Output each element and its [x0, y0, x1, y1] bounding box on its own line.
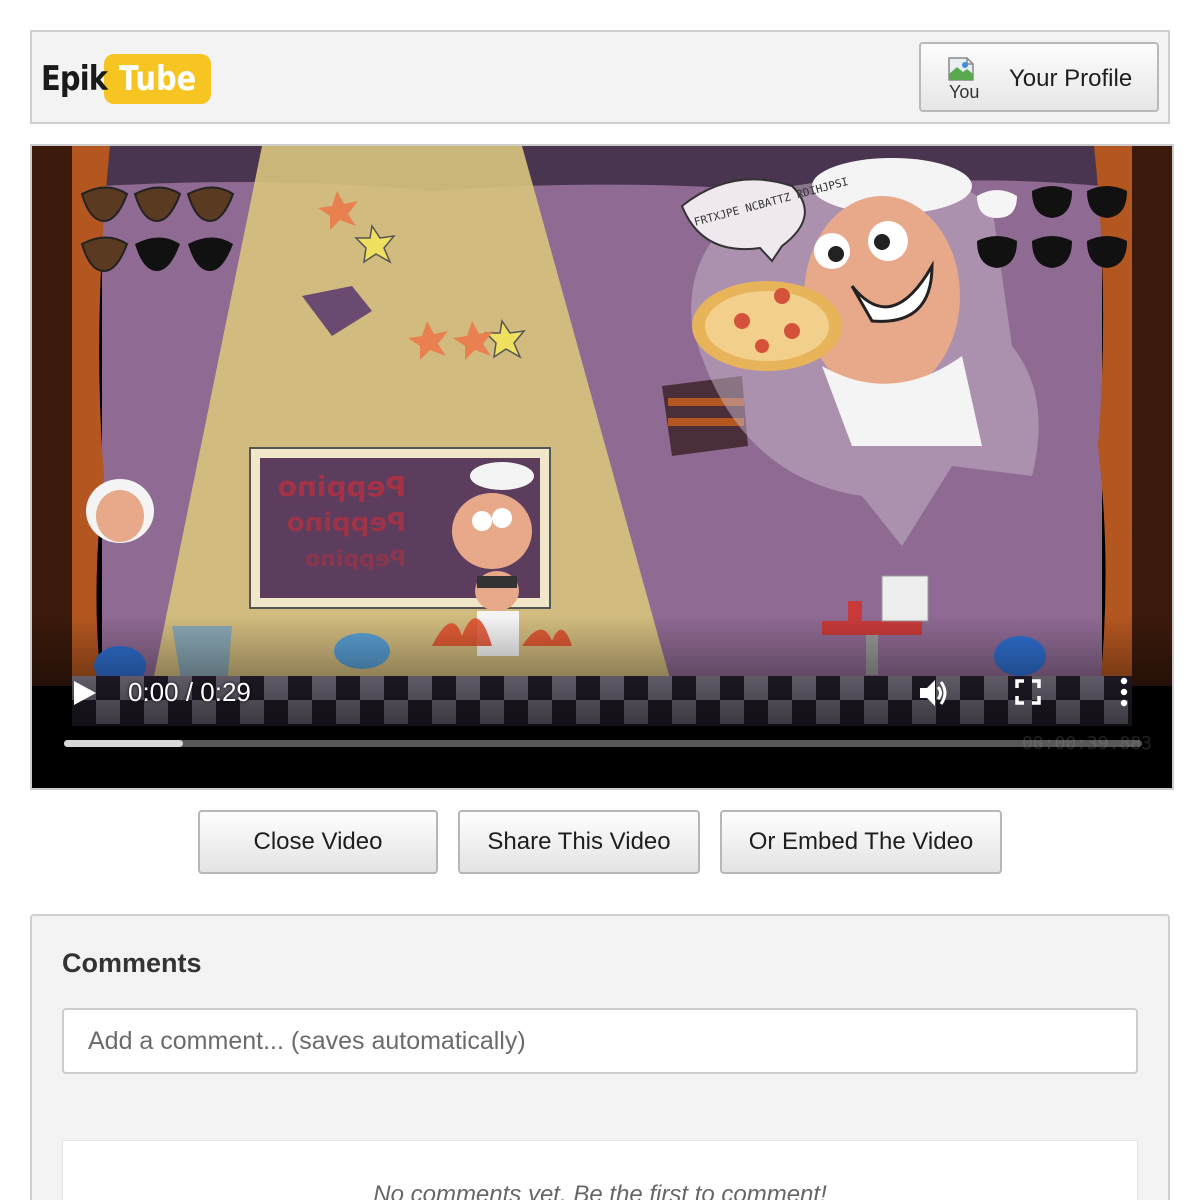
no-comments-message: No comments yet. Be the first to comment… — [373, 1181, 827, 1200]
seek-bar[interactable] — [64, 740, 1142, 747]
more-vert-icon[interactable] — [1114, 676, 1134, 708]
close-video-button[interactable]: Close Video — [198, 810, 438, 874]
share-video-button[interactable]: Share This Video — [458, 810, 700, 874]
logo-badge-tube: Tube — [104, 54, 212, 104]
broken-image-icon — [948, 57, 974, 81]
epiktube-logo[interactable]: Epik Tube — [41, 53, 212, 105]
fullscreen-icon[interactable] — [1014, 678, 1042, 706]
video-player[interactable]: FRTXJPE NCBATTZ RDIHJPSI Peppino Peppino… — [30, 144, 1174, 790]
profile-avatar: You — [943, 54, 985, 100]
logo-text-epik: Epik — [41, 59, 108, 99]
time-display: 0:00 / 0:29 — [128, 677, 251, 707]
comments-title: Comments — [62, 948, 202, 978]
comments-list: No comments yet. Be the first to comment… — [62, 1140, 1138, 1200]
embed-video-button[interactable]: Or Embed The Video — [720, 810, 1002, 874]
play-icon[interactable] — [70, 678, 98, 708]
profile-button-label: Your Profile — [1009, 65, 1133, 92]
site-header: Epik Tube You Your Profile — [30, 30, 1170, 124]
seek-bar-played — [64, 740, 183, 747]
comment-input[interactable] — [62, 1008, 1138, 1074]
comments-section: Comments No comments yet. Be the first t… — [30, 914, 1170, 1200]
volume-icon[interactable] — [916, 676, 950, 710]
player-controls: 0:00 / 0:29 — [32, 146, 1172, 788]
your-profile-button[interactable]: You Your Profile — [919, 42, 1159, 112]
profile-image-alt-text: You — [949, 82, 980, 100]
